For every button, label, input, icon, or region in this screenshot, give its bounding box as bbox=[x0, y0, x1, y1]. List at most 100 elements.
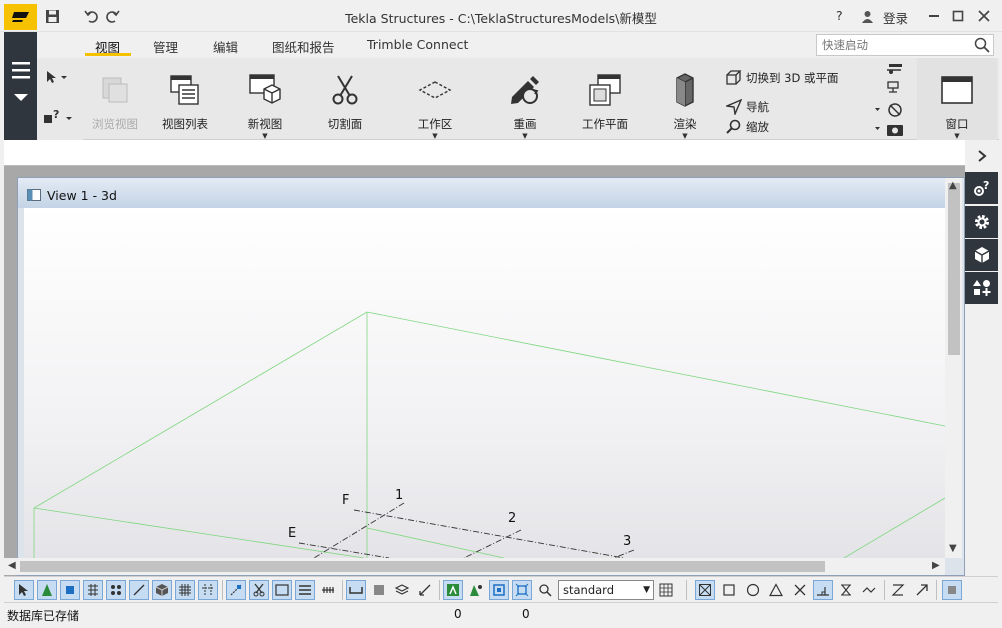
render-button[interactable]: 渲染 ▼ bbox=[659, 58, 711, 140]
display-settings-icon[interactable] bbox=[885, 80, 903, 99]
collapse-chevron-icon[interactable] bbox=[13, 92, 29, 106]
snap-perpendicular-icon[interactable] bbox=[813, 580, 833, 600]
tab-edit[interactable]: 编辑 bbox=[213, 37, 238, 56]
select-construction-lines-icon[interactable] bbox=[129, 580, 149, 600]
select-objects-in-components-icon[interactable] bbox=[369, 580, 389, 600]
snap-geometry-lines-icon[interactable] bbox=[466, 580, 486, 600]
zoom-button[interactable]: 缩放 bbox=[725, 119, 769, 135]
window-dropdown-icon[interactable]: ▼ bbox=[954, 133, 959, 140]
select-views-icon[interactable] bbox=[272, 580, 292, 600]
select-plane-icon[interactable] bbox=[318, 580, 338, 600]
minimize-icon[interactable] bbox=[924, 6, 944, 26]
tab-manage[interactable]: 管理 bbox=[153, 37, 178, 56]
select-pointer-icon[interactable] bbox=[45, 70, 67, 87]
view-properties-icon[interactable] bbox=[885, 60, 903, 79]
switch-3d-label: 切换到 3D 或平面 bbox=[746, 71, 839, 85]
scroll-left-icon[interactable]: ◀ bbox=[8, 560, 16, 571]
snap-reference-lines-icon[interactable] bbox=[443, 580, 463, 600]
maximize-icon[interactable] bbox=[948, 6, 968, 26]
quick-launch-input[interactable] bbox=[817, 35, 967, 55]
save-icon[interactable] bbox=[42, 6, 62, 26]
side-menu-strip bbox=[4, 32, 37, 140]
snap-line-extensions-icon[interactable] bbox=[836, 580, 856, 600]
snap-intersections-icon[interactable] bbox=[790, 580, 810, 600]
applications-components-icon[interactable] bbox=[965, 272, 998, 304]
render-dropdown-icon[interactable]: ▼ bbox=[682, 133, 687, 140]
render-label: 渲染 bbox=[673, 117, 697, 131]
work-area-button[interactable]: 工作区 ▼ bbox=[407, 58, 463, 140]
quick-help-icon[interactable]: ? bbox=[965, 172, 998, 204]
redraw-dropdown-icon[interactable]: ▼ bbox=[522, 133, 527, 140]
new-view-dropdown-icon[interactable]: ▼ bbox=[262, 133, 267, 140]
select-assemblies-icon[interactable] bbox=[152, 580, 172, 600]
select-points-icon[interactable] bbox=[295, 580, 315, 600]
redo-icon[interactable] bbox=[102, 6, 122, 26]
tekla-logo-icon[interactable] bbox=[4, 4, 37, 30]
horizontal-scroll-thumb[interactable] bbox=[20, 561, 825, 572]
snap-center-points-icon[interactable] bbox=[719, 580, 739, 600]
toolbar-separator bbox=[222, 580, 223, 600]
redraw-button[interactable]: 重画 ▼ bbox=[497, 58, 553, 140]
snap-nearest-icon[interactable] bbox=[888, 580, 908, 600]
search-icon[interactable] bbox=[974, 37, 990, 56]
close-icon[interactable] bbox=[974, 6, 994, 26]
select-objects-in-assemblies-icon[interactable] bbox=[392, 580, 412, 600]
hide-objects-dropdown-icon[interactable] bbox=[874, 102, 904, 121]
switch-3d-plane-button[interactable]: 切换到 3D 或平面 bbox=[725, 70, 838, 86]
scroll-down-icon[interactable]: ▼ bbox=[949, 543, 957, 554]
selection-tool-group: ? bbox=[37, 58, 83, 140]
undo-icon[interactable] bbox=[82, 6, 102, 26]
snap-free-icon[interactable] bbox=[912, 580, 932, 600]
snap-points-icon[interactable] bbox=[512, 580, 532, 600]
window-button[interactable]: 窗口 ▼ bbox=[917, 58, 997, 140]
model-canvas[interactable]: F E 1 2 3 bbox=[24, 208, 945, 558]
toolbar-separator bbox=[439, 580, 440, 600]
snap-end-points-icon[interactable] bbox=[695, 580, 715, 600]
navigate-button[interactable]: 导航 bbox=[725, 99, 769, 115]
properties-gear-icon[interactable] bbox=[965, 206, 998, 238]
screenshot-camera-icon[interactable] bbox=[874, 121, 904, 140]
user-icon[interactable] bbox=[857, 6, 877, 26]
tab-drawings-reports[interactable]: 图纸和报告 bbox=[272, 37, 335, 56]
select-grids-icon[interactable] bbox=[175, 580, 195, 600]
select-assemblies-only-icon[interactable] bbox=[415, 580, 435, 600]
snap-any-position-icon[interactable] bbox=[859, 580, 879, 600]
snap-query-icon[interactable]: ? bbox=[43, 108, 73, 129]
scroll-up-icon[interactable]: ▲ bbox=[949, 180, 957, 191]
select-surfaces-icon[interactable] bbox=[60, 580, 80, 600]
snap-settings-icon[interactable] bbox=[535, 580, 555, 600]
vertical-scroll-thumb[interactable] bbox=[948, 183, 960, 355]
expand-side-pane-icon[interactable] bbox=[965, 140, 998, 172]
select-cuts-icon[interactable] bbox=[249, 580, 269, 600]
select-grid-lines-icon[interactable] bbox=[198, 580, 218, 600]
selection-filter-dropdown[interactable]: standard ▼ bbox=[558, 580, 654, 600]
work-area-box bbox=[33, 311, 945, 558]
work-area-icon bbox=[417, 72, 453, 108]
select-bolts-icon[interactable] bbox=[106, 580, 126, 600]
login-button[interactable]: 登录 bbox=[883, 8, 908, 27]
select-reference-models-icon[interactable] bbox=[226, 580, 246, 600]
selection-filter-settings-icon[interactable] bbox=[656, 580, 676, 600]
snap-circle-icon[interactable] bbox=[743, 580, 763, 600]
clip-plane-button[interactable]: 切割面 bbox=[319, 58, 371, 140]
work-plane-button[interactable]: 工作平面 bbox=[577, 58, 633, 140]
snap-nearest-points-icon[interactable] bbox=[489, 580, 509, 600]
side-pane: ? bbox=[965, 140, 998, 576]
switch-3d-icon bbox=[725, 70, 743, 86]
new-view-button[interactable]: 新视图 ▼ bbox=[237, 58, 293, 140]
browse-view-button[interactable]: 浏览视图 bbox=[87, 58, 143, 140]
view-list-button[interactable]: 视图列表 bbox=[157, 58, 213, 140]
help-button[interactable]: ? bbox=[836, 8, 843, 23]
select-components-icon[interactable] bbox=[346, 580, 366, 600]
svg-text:?: ? bbox=[983, 179, 989, 192]
snap-override-icon[interactable] bbox=[942, 580, 962, 600]
select-parts-icon[interactable] bbox=[37, 580, 57, 600]
select-all-icon[interactable] bbox=[14, 580, 34, 600]
scroll-right-icon[interactable]: ▶ bbox=[932, 560, 940, 571]
hamburger-menu-icon[interactable] bbox=[12, 60, 30, 83]
catalog-cube-icon[interactable] bbox=[965, 239, 998, 271]
work-area-dropdown-icon[interactable]: ▼ bbox=[432, 133, 437, 140]
select-welds-icon[interactable] bbox=[83, 580, 103, 600]
tab-trimble-connect[interactable]: Trimble Connect bbox=[367, 37, 468, 52]
snap-midpoints-icon[interactable] bbox=[766, 580, 786, 600]
